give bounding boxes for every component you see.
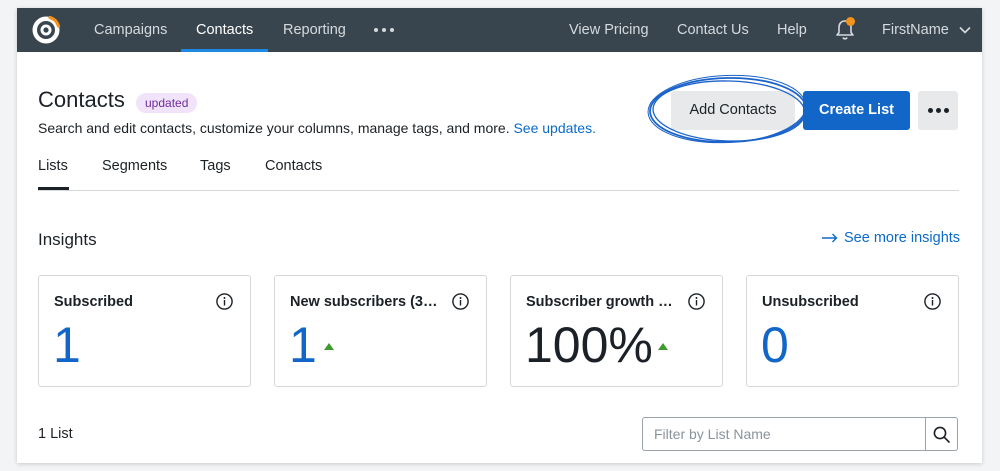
notification-dot (846, 17, 855, 26)
see-more-insights-label: See more insights (844, 230, 961, 246)
insight-card-subscriber-growth: Subscriber growth (30 days) 100% (510, 275, 723, 387)
tabs-divider (38, 190, 959, 191)
list-count: 1 List (38, 426, 73, 442)
filter-search-button[interactable] (925, 417, 958, 451)
see-updates-link[interactable]: See updates. (513, 120, 596, 136)
tab-tags[interactable]: Tags (200, 158, 231, 174)
card-value: 100% (525, 317, 653, 373)
card-label: Subscribed (54, 294, 133, 310)
info-icon[interactable] (688, 293, 705, 310)
user-menu[interactable]: FirstName (882, 8, 949, 52)
nav-reporting[interactable]: Reporting (283, 8, 346, 52)
info-icon[interactable] (452, 293, 469, 310)
create-list-button[interactable]: Create List (803, 91, 910, 130)
insight-card-unsubscribed: Unsubscribed 0 (746, 275, 959, 387)
page-subtitle: Search and edit contacts, customize your… (38, 120, 596, 136)
card-label: New subscribers (30 days) (290, 294, 440, 310)
trend-up-icon (658, 343, 668, 350)
filter-list-input[interactable] (642, 417, 926, 451)
tab-segments[interactable]: Segments (102, 158, 167, 174)
card-value: 1 (289, 317, 317, 373)
more-horizontal-icon[interactable] (374, 28, 394, 32)
page-title: Contacts (38, 87, 125, 112)
insight-card-subscribed: Subscribed 1 (38, 275, 251, 387)
card-label: Unsubscribed (762, 294, 859, 310)
card-value: 0 (761, 317, 789, 373)
tab-lists[interactable]: Lists (38, 158, 68, 174)
insight-card-new-subscribers: New subscribers (30 days) 1 (274, 275, 487, 387)
constant-contact-logo-icon[interactable] (30, 14, 62, 46)
trend-up-icon (324, 343, 334, 350)
subtitle-text: Search and edit contacts, customize your… (38, 120, 510, 136)
nav-contact-us[interactable]: Contact Us (677, 8, 749, 52)
info-icon[interactable] (924, 293, 941, 310)
add-contacts-button[interactable]: Add Contacts (671, 91, 795, 130)
see-more-insights-link[interactable]: See more insights (822, 230, 960, 246)
search-icon (933, 426, 950, 443)
arrow-right-icon (822, 233, 838, 243)
info-icon[interactable] (216, 293, 233, 310)
more-actions-button[interactable] (918, 91, 958, 130)
app-frame: Campaigns Contacts Reporting View Pricin… (17, 8, 982, 463)
top-nav: Campaigns Contacts Reporting View Pricin… (17, 8, 982, 52)
card-value: 1 (53, 317, 81, 373)
nav-campaigns[interactable]: Campaigns (94, 8, 167, 52)
nav-contacts[interactable]: Contacts (180, 8, 269, 52)
nav-view-pricing[interactable]: View Pricing (569, 8, 649, 52)
chevron-down-icon[interactable] (959, 26, 971, 34)
updated-badge: updated (136, 93, 198, 113)
insights-title: Insights (38, 230, 97, 249)
tab-contacts[interactable]: Contacts (265, 158, 322, 174)
card-label: Subscriber growth (30 days) (526, 294, 676, 310)
nav-help[interactable]: Help (777, 8, 807, 52)
